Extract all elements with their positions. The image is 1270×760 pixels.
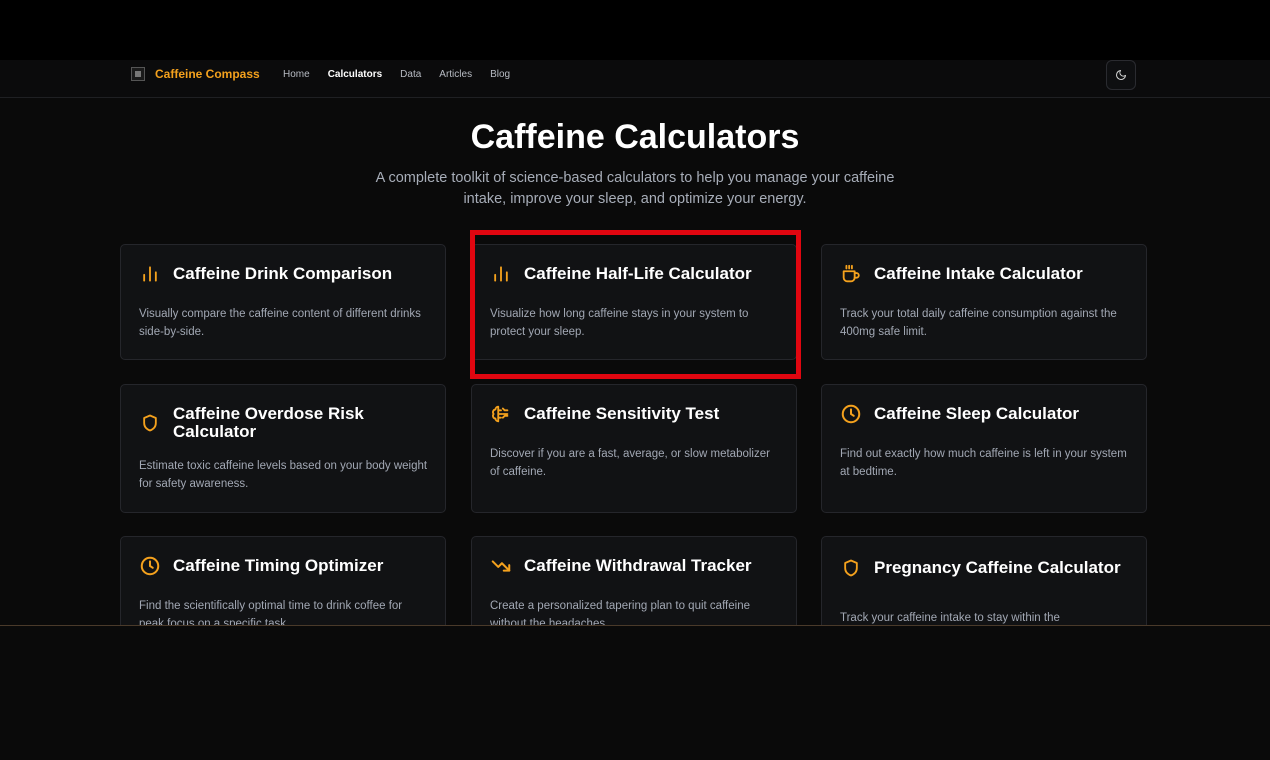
card-description: Discover if you are a fast, average, or …	[490, 448, 770, 478]
nav-articles[interactable]: Articles	[439, 69, 472, 80]
nav-data[interactable]: Data	[400, 69, 421, 80]
calculator-card-drink-comparison[interactable]: Caffeine Drink Comparison Visually compa…	[120, 244, 446, 360]
brain-icon	[490, 403, 512, 425]
brand[interactable]: Caffeine Compass	[131, 67, 260, 81]
card-title: Caffeine Timing Optimizer	[173, 556, 384, 575]
card-title: Caffeine Sensitivity Test	[524, 404, 720, 423]
shield-icon	[840, 557, 862, 579]
card-title: Caffeine Sleep Calculator	[874, 404, 1080, 423]
trending-down-icon	[490, 555, 512, 577]
clock-icon	[840, 403, 862, 425]
calculator-card-intake[interactable]: Caffeine Intake Calculator Track your to…	[821, 244, 1147, 360]
empty-area	[0, 626, 1270, 760]
shield-icon	[139, 412, 161, 434]
moon-icon	[1116, 70, 1126, 80]
site-header: Caffeine Compass Home Calculators Data A…	[0, 60, 1270, 98]
nav-blog[interactable]: Blog	[490, 69, 510, 80]
card-title: Caffeine Drink Comparison	[173, 264, 393, 283]
brand-name[interactable]: Caffeine Compass	[155, 67, 260, 81]
card-description: Track your caffeine intake to stay withi…	[840, 612, 1060, 624]
calculator-card-overdose-risk[interactable]: Caffeine Overdose Risk Calculator Estima…	[120, 384, 446, 513]
main-nav: Home Calculators Data Articles Blog	[283, 69, 510, 80]
theme-toggle-button[interactable]	[1106, 60, 1136, 90]
card-title: Caffeine Withdrawal Tracker	[524, 556, 752, 575]
logo-icon	[131, 67, 145, 81]
bar-chart-icon	[139, 263, 161, 285]
card-description: Estimate toxic caffeine levels based on …	[139, 460, 428, 490]
nav-calculators[interactable]: Calculators	[328, 69, 382, 80]
calculator-card-pregnancy[interactable]: Pregnancy Caffeine Calculator Track your…	[821, 536, 1147, 625]
card-title: Caffeine Overdose Risk Calculator	[173, 404, 364, 441]
page-subtitle: A complete toolkit of science-based calc…	[375, 170, 895, 207]
clock-icon	[139, 555, 161, 577]
card-description: Track your total daily caffeine consumpt…	[840, 308, 1117, 338]
calculator-card-sensitivity-test[interactable]: Caffeine Sensitivity Test Discover if yo…	[471, 384, 797, 513]
calculator-card-sleep[interactable]: Caffeine Sleep Calculator Find out exact…	[821, 384, 1147, 513]
card-description: Visually compare the caffeine content of…	[139, 308, 421, 338]
top-strip	[0, 0, 1270, 60]
calculator-card-withdrawal-tracker[interactable]: Caffeine Withdrawal Tracker Create a per…	[471, 536, 797, 625]
coffee-cup-icon	[840, 263, 862, 285]
nav-home[interactable]: Home	[283, 69, 310, 80]
page-title: Caffeine Calculators	[470, 118, 800, 156]
card-title: Caffeine Intake Calculator	[874, 264, 1083, 283]
card-description: Create a personalized tapering plan to q…	[490, 600, 750, 625]
card-description: Find out exactly how much caffeine is le…	[840, 448, 1127, 478]
calculator-card-timing-optimizer[interactable]: Caffeine Timing Optimizer Find the scien…	[120, 536, 446, 625]
highlight-box	[470, 230, 801, 379]
card-title: Pregnancy Caffeine Calculator	[874, 558, 1121, 577]
card-description: Find the scientifically optimal time to …	[139, 600, 403, 625]
